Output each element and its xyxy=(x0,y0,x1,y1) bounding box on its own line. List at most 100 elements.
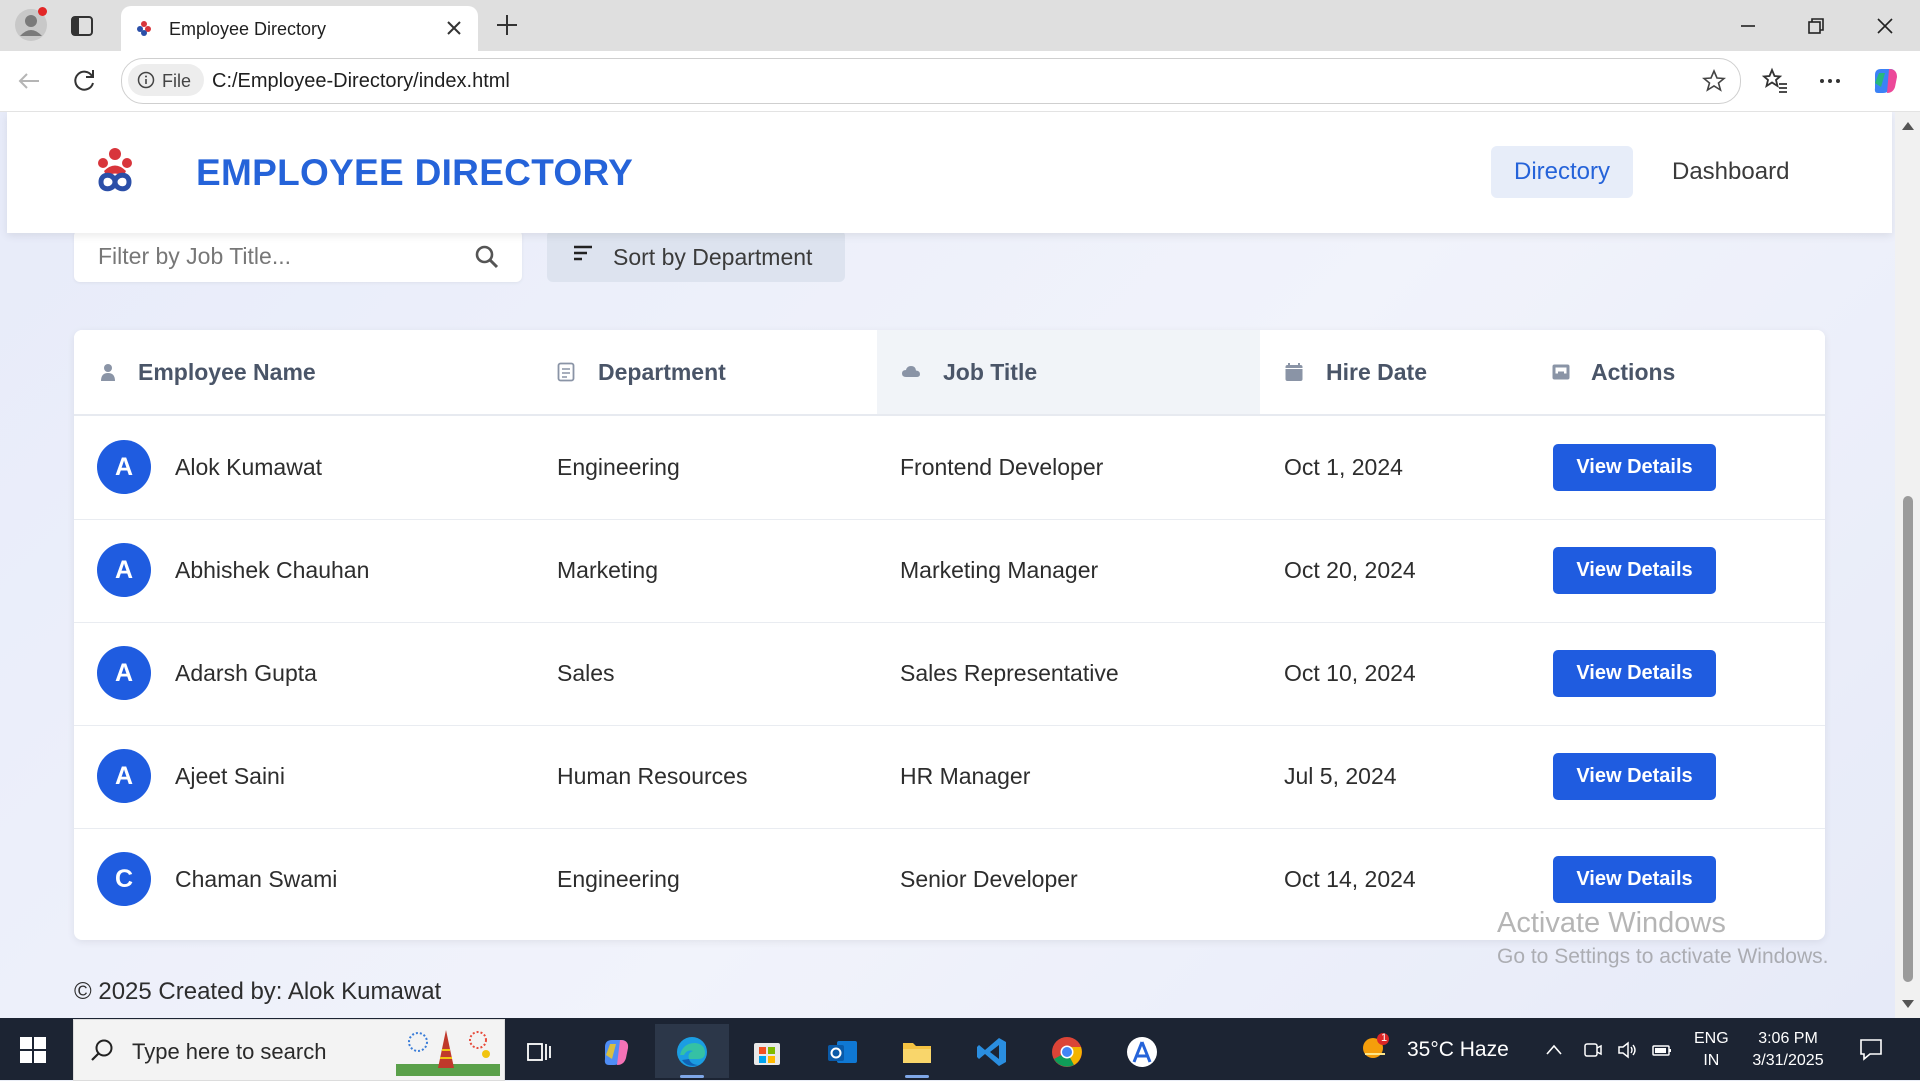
view-details-button[interactable]: View Details xyxy=(1553,547,1716,594)
active-app-indicator xyxy=(680,1075,704,1078)
employee-name: Ajeet Saini xyxy=(175,763,285,789)
activate-windows-subtitle: Go to Settings to activate Windows. xyxy=(1497,945,1829,968)
task-view-icon[interactable] xyxy=(502,1024,576,1078)
refresh-icon[interactable] xyxy=(68,65,100,97)
meet-now-icon[interactable] xyxy=(1582,1040,1602,1060)
nav-directory-link[interactable]: Directory xyxy=(1491,146,1634,198)
employee-table: Employee Name Department Job Title Hire … xyxy=(74,330,1825,940)
microsoft-store-icon[interactable] xyxy=(730,1024,804,1078)
favorite-star-icon[interactable] xyxy=(1702,69,1726,93)
favorites-icon[interactable] xyxy=(1759,65,1791,97)
person-icon xyxy=(98,362,118,382)
hire-date-cell: Oct 10, 2024 xyxy=(1284,660,1416,686)
column-header-job-title[interactable]: Job Title xyxy=(877,330,1260,414)
info-icon xyxy=(137,71,155,89)
scroll-up-arrow-icon[interactable] xyxy=(1902,122,1914,130)
chrome-icon[interactable] xyxy=(1030,1024,1104,1078)
restore-icon[interactable] xyxy=(1802,12,1830,40)
close-tab-icon[interactable] xyxy=(444,18,464,38)
column-header-hire-date[interactable]: Hire Date xyxy=(1260,330,1528,414)
column-header-employee-name[interactable]: Employee Name xyxy=(74,330,534,414)
site-favicon-icon xyxy=(135,19,153,37)
new-tab-icon[interactable] xyxy=(492,10,522,40)
view-details-button[interactable]: View Details xyxy=(1553,856,1716,903)
job-title-filter[interactable] xyxy=(74,230,522,282)
avatar: A xyxy=(97,543,151,597)
tab-title: Employee Directory xyxy=(169,19,327,39)
column-label: Department xyxy=(598,359,726,385)
table-header: Employee Name Department Job Title Hire … xyxy=(74,330,1825,416)
footer-credit: © 2025 Created by: Alok Kumawat xyxy=(74,978,442,1005)
view-details-button[interactable]: View Details xyxy=(1553,753,1716,800)
column-label: Hire Date xyxy=(1326,359,1427,385)
clock-time: 3:06 PM xyxy=(1758,1030,1818,1047)
minimize-icon[interactable] xyxy=(1734,12,1762,40)
column-header-department[interactable]: Department xyxy=(534,330,877,414)
taskbar-search-box[interactable]: Type here to search xyxy=(73,1019,505,1081)
company-logo-icon xyxy=(87,144,143,200)
avatar: C xyxy=(97,852,151,906)
scrollbar-thumb[interactable] xyxy=(1903,496,1913,982)
calendar-icon xyxy=(1284,362,1304,382)
show-hidden-icons-chevron-icon[interactable] xyxy=(1544,1040,1564,1060)
scroll-down-arrow-icon[interactable] xyxy=(1902,1000,1914,1008)
notifications-icon[interactable] xyxy=(1858,1036,1884,1062)
region-code: IN xyxy=(1703,1052,1720,1069)
clock-date: 3/31/2025 xyxy=(1752,1052,1824,1069)
system-clock[interactable]: 3:06 PM 3/31/2025 xyxy=(1738,1028,1838,1072)
sort-icon xyxy=(573,244,593,262)
windows-start-icon[interactable] xyxy=(20,1037,46,1063)
open-app-indicator xyxy=(905,1075,929,1078)
column-label: Employee Name xyxy=(138,359,316,385)
department-cell: Sales xyxy=(557,660,615,686)
weather-badge: 1 xyxy=(1380,1032,1388,1044)
page-scrollbar[interactable] xyxy=(1895,112,1920,1018)
column-label: Job Title xyxy=(943,359,1038,385)
language-indicator[interactable]: ENG IN xyxy=(1694,1028,1729,1072)
employee-name: Chaman Swami xyxy=(175,866,338,892)
avatar: A xyxy=(97,440,151,494)
table-row: A Ajeet Saini Human Resources HR Manager… xyxy=(74,725,1825,829)
view-details-button[interactable]: View Details xyxy=(1553,650,1716,697)
job-title-cell: Senior Developer xyxy=(900,866,1078,892)
browser-tab[interactable]: Employee Directory xyxy=(121,6,478,51)
table-row: A Abhishek Chauhan Marketing Marketing M… xyxy=(74,519,1825,623)
language-code: ENG xyxy=(1694,1030,1729,1047)
battery-icon[interactable] xyxy=(1652,1040,1672,1060)
job-title-cell: Marketing Manager xyxy=(900,557,1099,583)
vscode-icon[interactable] xyxy=(955,1024,1029,1078)
column-label: Actions xyxy=(1591,359,1676,385)
department-cell: Engineering xyxy=(557,866,680,892)
job-title-filter-input[interactable] xyxy=(74,230,478,282)
column-header-actions: Actions xyxy=(1528,330,1825,414)
page-viewport: EMPLOYEE DIRECTORY Directory Dashboard S… xyxy=(0,112,1895,1018)
job-title-cell: HR Manager xyxy=(900,763,1031,789)
search-highlight-icon xyxy=(396,1024,500,1076)
browser-tab-bar: Employee Directory xyxy=(0,0,1920,51)
employee-name: Adarsh Gupta xyxy=(175,660,317,686)
address-bar[interactable]: File C:/Employee-Directory/index.html xyxy=(121,58,1741,104)
sort-by-department-button[interactable]: Sort by Department xyxy=(547,230,845,282)
table-row: A Adarsh Gupta Sales Sales Representativ… xyxy=(74,622,1825,726)
outlook-icon[interactable] xyxy=(805,1024,879,1078)
windows-taskbar: Type here to search 1 35°C Haze ENG IN 3… xyxy=(0,1018,1920,1081)
view-details-button[interactable]: View Details xyxy=(1553,444,1716,491)
employee-name: Alok Kumawat xyxy=(175,454,323,480)
file-explorer-icon[interactable] xyxy=(880,1024,954,1078)
search-icon xyxy=(90,1037,116,1063)
search-icon[interactable] xyxy=(474,244,500,270)
app-launcher-icon[interactable] xyxy=(1105,1024,1179,1078)
close-window-icon[interactable] xyxy=(1871,12,1899,40)
url-text[interactable]: C:/Employee-Directory/index.html xyxy=(212,70,510,93)
site-info-chip[interactable]: File xyxy=(128,64,204,96)
document-icon xyxy=(556,362,576,382)
weather-text[interactable]: 35°C Haze xyxy=(1407,1038,1509,1062)
back-icon[interactable] xyxy=(13,65,45,97)
copilot-icon[interactable] xyxy=(1869,65,1901,97)
tab-actions-icon[interactable] xyxy=(68,12,96,40)
volume-icon[interactable] xyxy=(1617,1040,1637,1060)
edge-browser-icon[interactable] xyxy=(655,1024,729,1078)
more-options-icon[interactable] xyxy=(1814,65,1846,97)
nav-dashboard-link[interactable]: Dashboard xyxy=(1649,146,1812,198)
copilot-app-icon[interactable] xyxy=(579,1024,653,1078)
